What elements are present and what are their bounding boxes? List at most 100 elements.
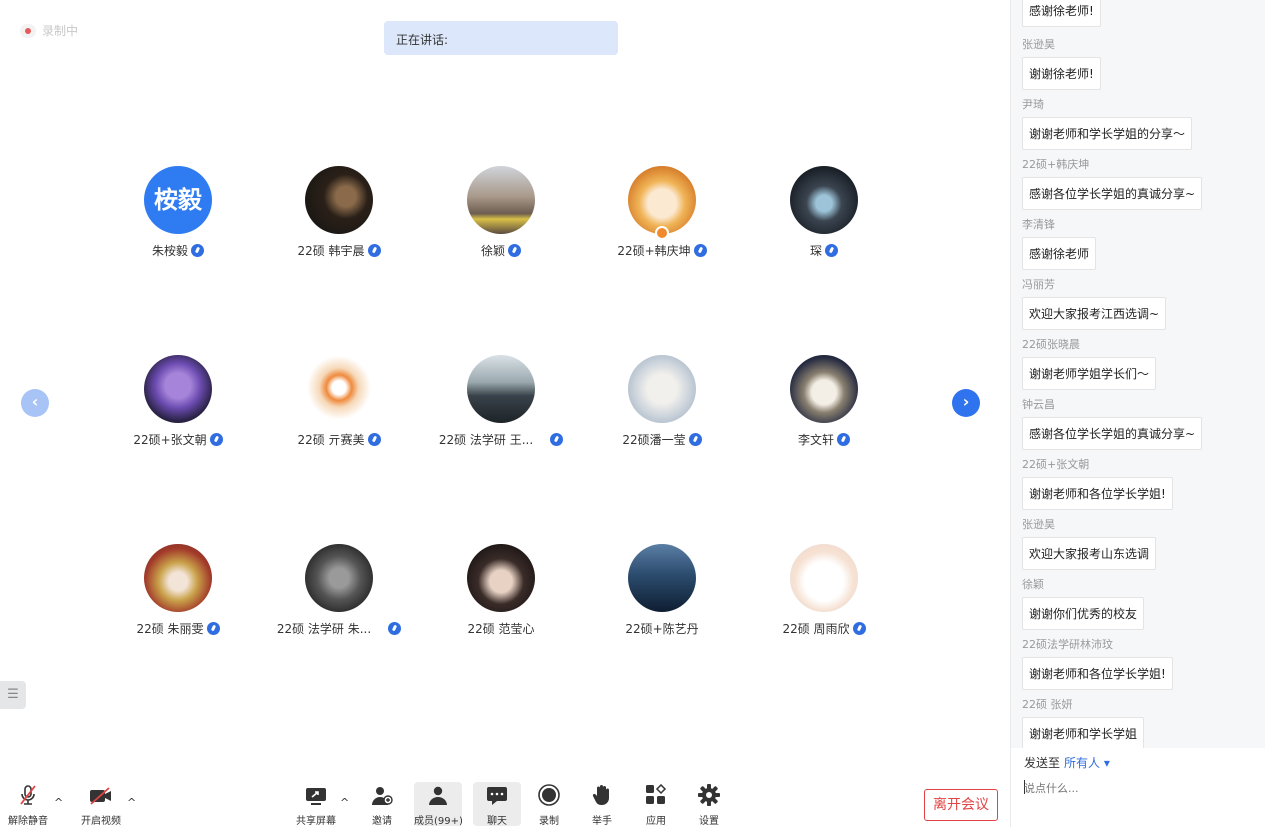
start-video-button[interactable]: 开启视频 <box>77 782 125 827</box>
apps-icon <box>632 782 680 806</box>
list-view-toggle[interactable]: ☰ <box>0 681 26 709</box>
chat-sender: 钟云昌 <box>1022 398 1055 411</box>
participant-name: 22硕 法学研 王... <box>438 433 534 447</box>
recording-indicator: 录制中 <box>20 22 78 39</box>
mic-icon <box>206 622 220 635</box>
audio-options-caret[interactable]: ^ <box>54 796 63 809</box>
chat-input[interactable] <box>1024 782 1254 795</box>
host-icon <box>655 226 669 240</box>
participant-name: 22硕+韩庆坤 <box>617 244 691 258</box>
apps-label: 应用 <box>646 816 666 827</box>
mic-icon <box>550 433 564 446</box>
members-label: 成员(99+) <box>414 816 463 827</box>
chat-sender: 22硕+韩庆坤 <box>1022 158 1090 171</box>
record-dot-icon <box>20 23 36 38</box>
mic-icon <box>209 433 223 446</box>
members-button[interactable]: 成员(99+) <box>414 782 463 827</box>
chat-message: 钟云昌 感谢各位学长学姐的真诚分享~ <box>1022 396 1203 450</box>
chat-bubble: 感谢各位学长学姐的真诚分享~ <box>1022 177 1203 210</box>
recording-label: 录制中 <box>42 24 79 38</box>
participant-tile[interactable]: 22硕 法学研 朱... <box>259 544 419 637</box>
avatar-initials: 桉毅 <box>154 186 202 214</box>
members-icon <box>414 782 462 806</box>
chat-bubble: 谢谢老师学姐学长们～ <box>1022 357 1157 390</box>
video-options-caret[interactable]: ^ <box>127 796 136 809</box>
participant-tile[interactable]: 22硕 亓赛美 <box>259 355 419 448</box>
chat-message: 22硕+韩庆坤 感谢各位学长学姐的真诚分享~ <box>1022 156 1203 210</box>
avatar <box>144 544 212 612</box>
chat-message: 22硕张晓晨 谢谢老师学姐学长们～ <box>1022 336 1157 390</box>
raise-hand-label: 举手 <box>592 816 612 827</box>
participant-name: 22硕 韩宇晨 <box>297 244 365 258</box>
avatar <box>144 355 212 423</box>
share-screen-icon <box>292 782 340 806</box>
chat-message: 尹琦 谢谢老师和学长学姐的分享～ <box>1022 96 1193 150</box>
chat-message: 徐颖 谢谢你们优秀的校友 <box>1022 576 1145 630</box>
participant-tile[interactable]: 22硕 法学研 王... <box>421 355 581 448</box>
avatar <box>628 355 696 423</box>
chat-message-list[interactable]: 感谢徐老师! 张逊昊 谢谢徐老师! 尹琦 谢谢老师和学长学姐的分享～ 22硕+韩… <box>1011 0 1265 748</box>
participant-tile[interactable]: 李文轩 <box>744 355 904 448</box>
chat-button[interactable]: 聊天 <box>473 782 521 827</box>
participant-name: 22硕 范莹心 <box>467 622 535 636</box>
chevron-left-icon: ‹ <box>31 392 39 411</box>
avatar <box>305 166 373 234</box>
participant-tile[interactable]: 22硕 范莹心 <box>421 544 581 637</box>
mic-icon <box>852 622 866 635</box>
record-button[interactable]: 录制 <box>525 782 573 827</box>
chat-bubble: 感谢徐老师! <box>1022 0 1101 27</box>
participant-tile[interactable]: 22硕潘一莹 <box>582 355 742 448</box>
chat-message: 张逊昊 谢谢徐老师! <box>1022 36 1101 90</box>
participant-tile[interactable]: 22硕 韩宇晨 <box>259 166 419 259</box>
chat-sender: 张逊昊 <box>1022 38 1055 51</box>
chat-sender: 22硕 张妍 <box>1022 698 1073 711</box>
next-page-button[interactable]: › <box>952 389 980 417</box>
list-icon: ☰ <box>7 687 19 702</box>
avatar <box>305 355 373 423</box>
avatar <box>790 355 858 423</box>
share-screen-button[interactable]: 共享屏幕 <box>292 782 340 827</box>
avatar <box>628 544 696 612</box>
mic-icon <box>367 244 381 257</box>
chat-sender: 22硕张晓晨 <box>1022 338 1080 351</box>
unmute-button[interactable]: 解除静音 <box>4 782 52 827</box>
invite-button[interactable]: 邀请 <box>358 782 406 827</box>
chat-bubble: 欢迎大家报考江西选调~ <box>1022 297 1167 330</box>
mic-icon <box>508 244 521 257</box>
participant-name: 22硕 亓赛美 <box>297 433 365 447</box>
chat-panel: 感谢徐老师! 张逊昊 谢谢徐老师! 尹琦 谢谢老师和学长学姐的分享～ 22硕+韩… <box>1010 0 1265 827</box>
avatar <box>790 166 858 234</box>
meeting-toolbar: 解除静音 ^ 开启视频 ^ 共享屏幕 ^ 邀请 成员(99+) 聊天 录制 举手… <box>0 780 1010 827</box>
share-options-caret[interactable]: ^ <box>340 796 349 809</box>
share-screen-label: 共享屏幕 <box>296 816 336 827</box>
participant-tile[interactable]: 22硕+韩庆坤 <box>582 166 742 259</box>
participant-tile[interactable]: 桉毅 朱桉毅 <box>98 166 258 259</box>
mic-icon <box>388 622 402 635</box>
participant-tile[interactable]: 徐颖 <box>421 166 581 259</box>
meeting-app: 录制中 正在讲话: 桉毅 朱桉毅 22硕 韩宇晨 徐颖 22硕+韩庆坤 琛 22… <box>0 0 1265 827</box>
participant-tile[interactable]: 22硕+陈艺丹 <box>582 544 742 637</box>
participant-tile[interactable]: 22硕 朱丽雯 <box>98 544 258 637</box>
avatar: 桉毅 <box>144 166 212 234</box>
chat-bubble: 谢谢老师和学长学姐的分享～ <box>1022 117 1193 150</box>
raise-hand-button[interactable]: 举手 <box>578 782 626 827</box>
participant-name: 22硕潘一莹 <box>622 433 686 447</box>
hand-icon <box>578 782 626 806</box>
chat-sender: 22硕+张文朝 <box>1022 458 1090 471</box>
avatar <box>467 166 535 234</box>
chat-sender: 李清锋 <box>1022 218 1055 231</box>
send-to-dropdown[interactable]: 所有人 ▾ <box>1064 756 1110 770</box>
settings-button[interactable]: 设置 <box>685 782 733 827</box>
invite-label: 邀请 <box>372 816 392 827</box>
mic-muted-icon <box>4 782 52 806</box>
participant-tile[interactable]: 琛 <box>744 166 904 259</box>
chat-bubble: 谢谢老师和各位学长学姐! <box>1022 657 1173 690</box>
mic-icon <box>825 244 838 257</box>
participant-tile[interactable]: 22硕+张文朝 <box>98 355 258 448</box>
apps-button[interactable]: 应用 <box>632 782 680 827</box>
avatar <box>305 544 373 612</box>
participant-tile[interactable]: 22硕 周雨欣 <box>744 544 904 637</box>
leave-meeting-button[interactable]: 离开会议 <box>924 789 998 821</box>
prev-page-button[interactable]: ‹ <box>21 389 49 417</box>
mic-icon <box>688 433 702 446</box>
